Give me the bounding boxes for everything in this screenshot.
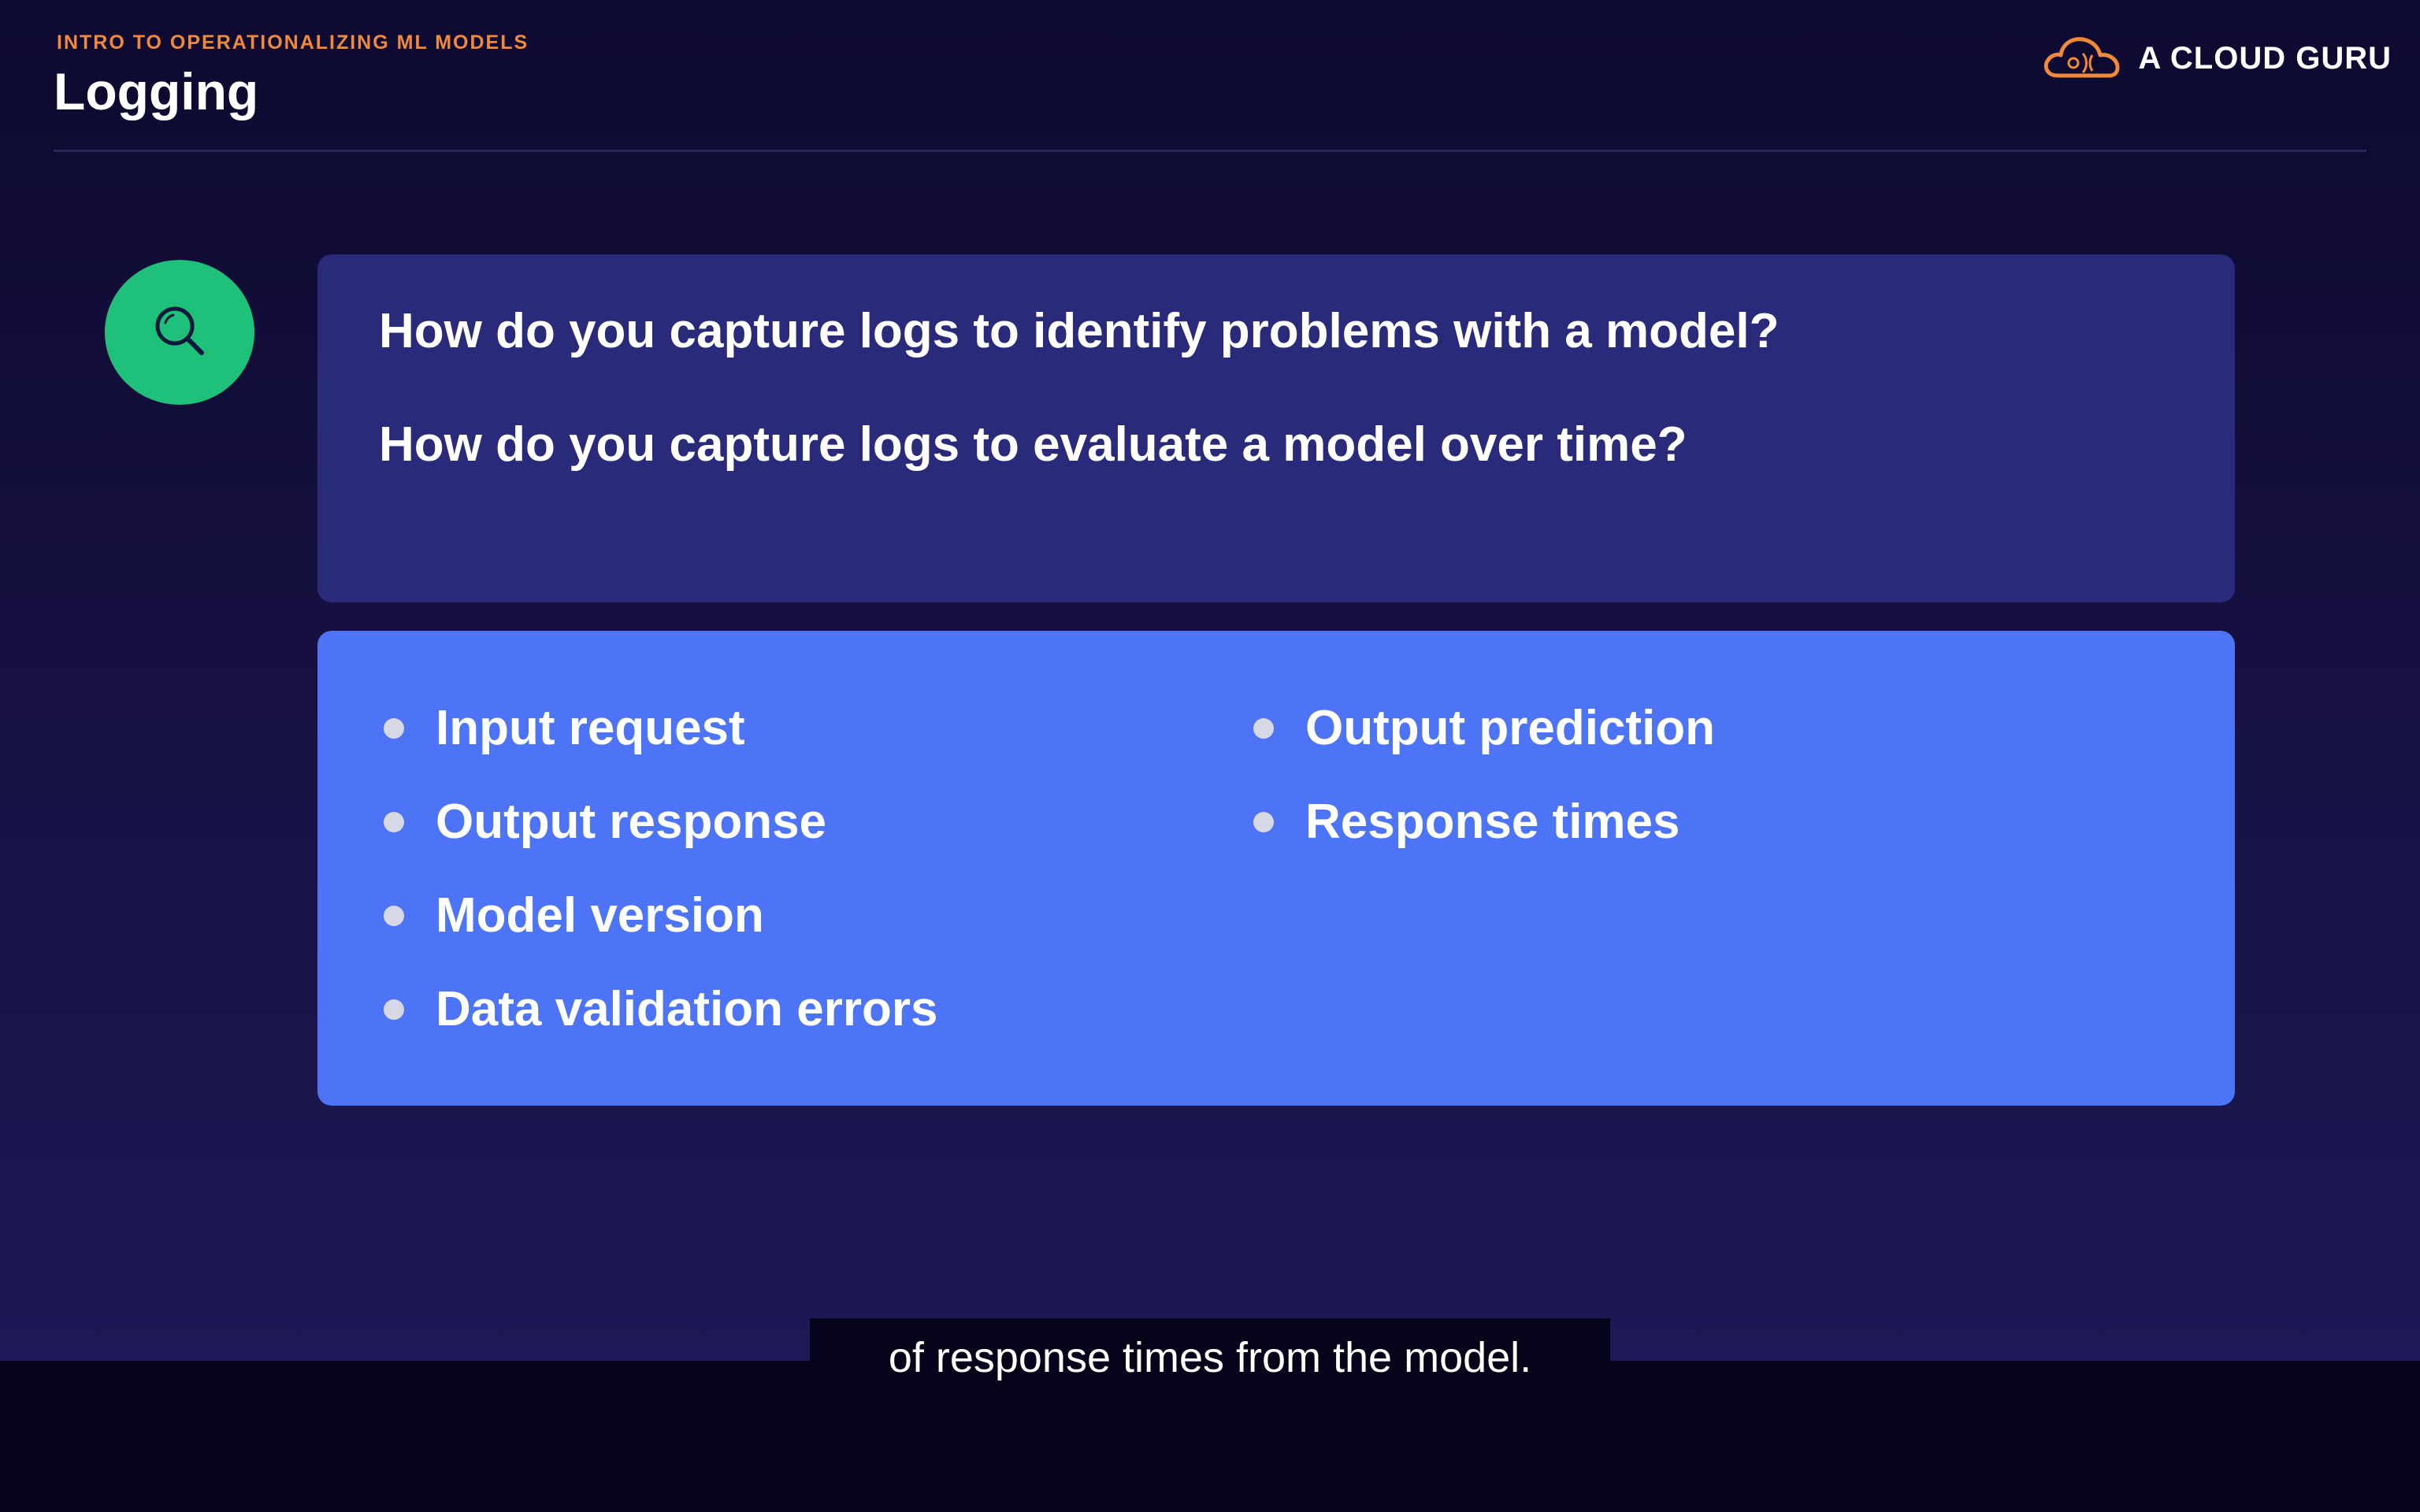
bullet-icon [384,717,404,739]
search-icon [148,299,211,366]
bullet-icon [384,811,404,832]
brand-logo: A CLOUD GURU [2040,32,2392,86]
logo-text: A CLOUD GURU [2138,41,2392,76]
caption-text: of response times from the model. [888,1334,1532,1381]
bullet-icon [384,905,404,926]
course-title: INTRO TO OPERATIONALIZING ML MODELS [57,32,529,54]
list-item: Response times [1253,794,1680,850]
question-1: How do you capture logs to identify prob… [379,304,1780,358]
caption-bar: of response times from the model. [810,1318,1610,1397]
list-item: Input request [384,700,745,756]
list-item: Model version [384,888,764,943]
log-items-panel: Input request Output response Model vers… [317,631,2235,1106]
list-item-label: Input request [436,701,745,755]
header-divider [54,150,2366,152]
list-item-label: Response times [1305,795,1680,849]
cloud-icon [2040,32,2122,86]
list-item: Output prediction [1253,700,1715,756]
slide: INTRO TO OPERATIONALIZING ML MODELS Logg… [0,0,2420,1361]
slide-title: Logging [54,62,259,120]
list-item: Output response [384,794,826,850]
list-item-label: Data validation errors [436,982,938,1036]
bullet-icon [1253,717,1274,739]
search-icon-badge [105,260,254,405]
list-item: Data validation errors [384,981,937,1037]
list-item-label: Output prediction [1305,701,1716,755]
list-item-label: Output response [436,795,827,849]
bullet-icon [1253,811,1274,832]
bullet-icon [384,999,404,1020]
list-item-label: Model version [436,888,764,943]
questions-panel: How do you capture logs to identify prob… [317,254,2235,602]
question-2: How do you capture logs to evaluate a mo… [379,417,1687,472]
